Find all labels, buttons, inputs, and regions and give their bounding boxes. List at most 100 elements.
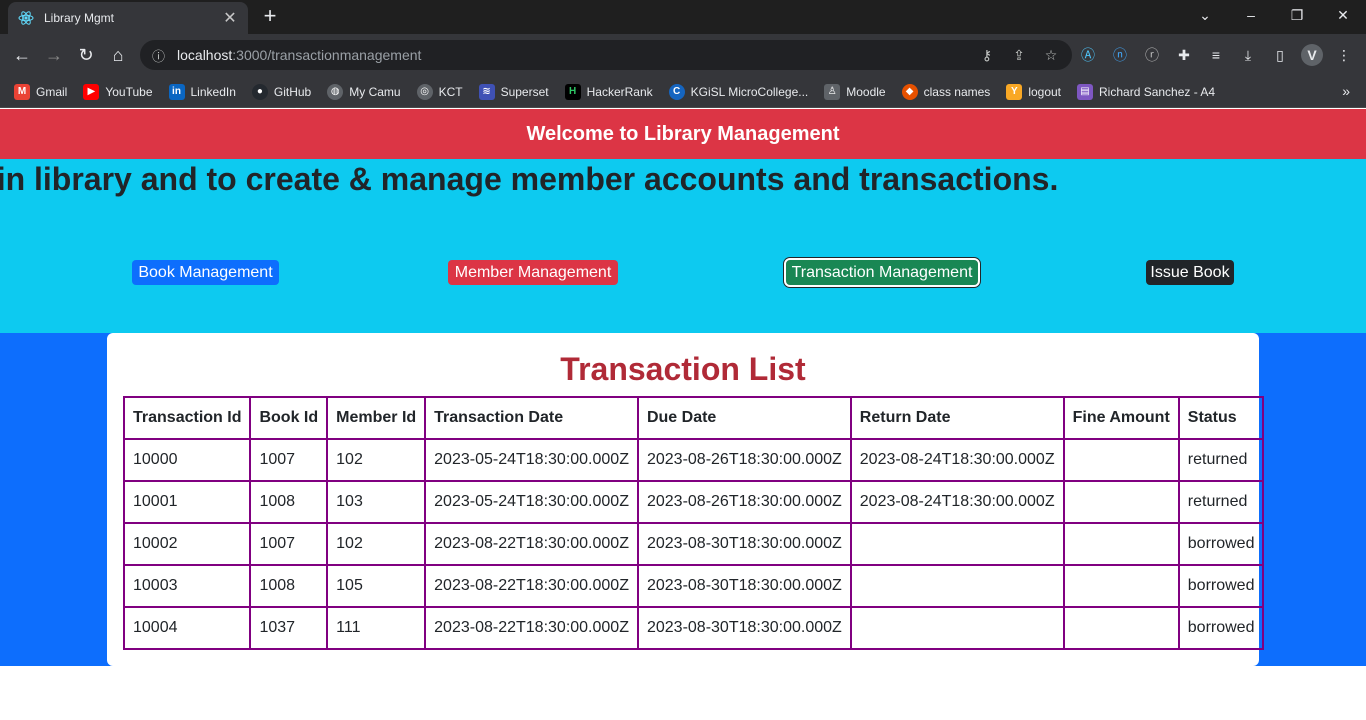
bookmark-moodle[interactable]: ♙ Moodle bbox=[824, 83, 886, 100]
bookmark-star-icon[interactable]: ☆ bbox=[1040, 44, 1062, 66]
table-row: 10004 1037 111 2023-08-22T18:30:00.000Z … bbox=[122, 606, 1265, 650]
table-cell: borrowed bbox=[1177, 522, 1265, 566]
table-cell bbox=[1062, 606, 1180, 650]
github-icon: ● bbox=[251, 83, 268, 100]
table-cell: borrowed bbox=[1177, 564, 1265, 608]
table-cell bbox=[849, 522, 1065, 566]
table-cell: returned bbox=[1177, 438, 1265, 482]
reload-icon[interactable]: ↻ bbox=[73, 42, 99, 68]
extension-n-icon[interactable]: ⓝ bbox=[1108, 42, 1132, 68]
globe-icon: ◍ bbox=[327, 83, 344, 100]
column-header: Member Id bbox=[326, 396, 427, 440]
key-icon[interactable]: ⚷ bbox=[976, 44, 998, 66]
scrolling-text: s in library and to create & manage memb… bbox=[0, 161, 1059, 197]
book-management-button[interactable]: Book Management bbox=[132, 260, 279, 285]
more-bookmarks-icon[interactable]: » bbox=[1342, 83, 1350, 99]
table-cell bbox=[1062, 438, 1180, 482]
column-header: Status bbox=[1177, 396, 1265, 440]
table-cell: 10004 bbox=[122, 606, 252, 650]
side-panel-icon[interactable]: ▯ bbox=[1268, 42, 1292, 68]
close-tab-icon[interactable]: ✕ bbox=[222, 8, 238, 28]
home-icon[interactable]: ⌂ bbox=[105, 42, 131, 68]
transaction-management-button[interactable]: Transaction Management bbox=[784, 258, 980, 287]
table-cell: 2023-08-22T18:30:00.000Z bbox=[424, 522, 639, 566]
table-row: 10003 1008 105 2023-08-22T18:30:00.000Z … bbox=[122, 564, 1265, 608]
column-header: Fine Amount bbox=[1062, 396, 1180, 440]
minimize-button[interactable]: – bbox=[1228, 0, 1274, 30]
table-cell: 105 bbox=[326, 564, 427, 608]
content-area: Transaction List Transaction Id Book Id … bbox=[0, 333, 1366, 666]
bookmark-class-names[interactable]: ◆ class names bbox=[901, 83, 990, 100]
react-icon bbox=[18, 10, 34, 26]
hero-section: s in library and to create & manage memb… bbox=[0, 159, 1366, 333]
nav-buttons: Book Management Member Management Transa… bbox=[0, 258, 1366, 287]
tab-search-icon[interactable]: ⌄ bbox=[1182, 0, 1228, 30]
restore-button[interactable]: ❐ bbox=[1274, 0, 1320, 30]
bookmark-github[interactable]: ● GitHub bbox=[251, 83, 311, 100]
bookmark-kct[interactable]: ◎ KCT bbox=[416, 83, 463, 100]
column-header: Transaction Date bbox=[424, 396, 639, 440]
table-cell: 2023-08-30T18:30:00.000Z bbox=[636, 606, 852, 650]
bookmark-richard-sanchez[interactable]: ▤ Richard Sanchez - A4 bbox=[1077, 83, 1215, 100]
extension-a-icon[interactable]: Ⓐ bbox=[1076, 42, 1100, 68]
site-info-icon[interactable]: ⓘ bbox=[152, 46, 165, 65]
bookmark-superset[interactable]: ≋ Superset bbox=[478, 83, 549, 100]
table-cell: 10000 bbox=[122, 438, 252, 482]
close-window-button[interactable]: ✕ bbox=[1320, 0, 1366, 30]
download-icon[interactable]: ⤓ bbox=[1236, 42, 1260, 68]
extension-r-icon[interactable]: ⓡ bbox=[1140, 42, 1164, 68]
table-cell: 2023-08-26T18:30:00.000Z bbox=[636, 438, 852, 482]
bookmark-youtube[interactable]: ▶ YouTube bbox=[83, 83, 153, 100]
window-controls: ⌄ – ❐ ✕ bbox=[1182, 0, 1366, 30]
share-icon[interactable]: ⇪ bbox=[1008, 44, 1030, 66]
bookmark-gmail[interactable]: M Gmail bbox=[14, 83, 67, 100]
table-row: 10000 1007 102 2023-05-24T18:30:00.000Z … bbox=[122, 438, 1265, 482]
bookmark-kgisl[interactable]: C KGiSL MicroCollege... bbox=[668, 83, 808, 100]
bookmark-logout[interactable]: Ylogout bbox=[1006, 83, 1061, 100]
table-cell: 1008 bbox=[249, 564, 329, 608]
reading-list-icon[interactable]: ≡ bbox=[1204, 42, 1228, 68]
table-cell: 10002 bbox=[122, 522, 252, 566]
table-row: 10001 1008 103 2023-05-24T18:30:00.000Z … bbox=[122, 480, 1265, 524]
tab-title: Library Mgmt bbox=[44, 11, 115, 25]
table-cell bbox=[1062, 522, 1180, 566]
table-cell: returned bbox=[1177, 480, 1265, 524]
table-header-row: Transaction Id Book Id Member Id Transac… bbox=[122, 396, 1265, 440]
forward-icon[interactable]: → bbox=[41, 42, 67, 68]
table-cell: 2023-08-22T18:30:00.000Z bbox=[424, 606, 639, 650]
table-row: 10002 1007 102 2023-08-22T18:30:00.000Z … bbox=[122, 522, 1265, 566]
superset-icon: ≋ bbox=[478, 83, 495, 100]
transaction-list-title: Transaction List bbox=[560, 351, 806, 387]
table-cell bbox=[849, 564, 1065, 608]
issue-book-button[interactable]: Issue Book bbox=[1146, 260, 1234, 285]
bookmark-hackerrank[interactable]: H HackerRank bbox=[564, 83, 653, 100]
back-icon[interactable]: ← bbox=[9, 42, 35, 68]
column-header: Return Date bbox=[849, 396, 1065, 440]
table-cell: 1037 bbox=[249, 606, 329, 650]
kgisl-icon: C bbox=[668, 83, 685, 100]
linkedin-icon: in bbox=[168, 83, 185, 100]
column-header: Book Id bbox=[249, 396, 329, 440]
browser-tab[interactable]: Library Mgmt ✕ bbox=[8, 2, 248, 34]
table-cell: 1007 bbox=[249, 438, 329, 482]
bookmark-my-camu[interactable]: ◍ My Camu bbox=[327, 83, 401, 100]
member-management-button[interactable]: Member Management bbox=[448, 260, 618, 285]
table-cell: 2023-05-24T18:30:00.000Z bbox=[424, 480, 639, 524]
new-tab-button[interactable]: + bbox=[256, 5, 284, 29]
url-text: localhost:3000/transactionmanagement bbox=[177, 47, 422, 63]
table-cell: 1008 bbox=[249, 480, 329, 524]
table-cell: 10001 bbox=[122, 480, 252, 524]
menu-icon[interactable]: ⋮ bbox=[1332, 42, 1356, 68]
page-title: Welcome to Library Management bbox=[526, 122, 840, 145]
table-cell: 2023-05-24T18:30:00.000Z bbox=[424, 438, 639, 482]
puzzle-icon[interactable]: ✚ bbox=[1172, 42, 1196, 68]
transaction-card: Transaction List Transaction Id Book Id … bbox=[107, 333, 1265, 666]
profile-avatar[interactable]: V bbox=[1300, 42, 1324, 68]
logout-icon: Y bbox=[1006, 83, 1023, 100]
address-bar[interactable]: ⓘ localhost:3000/transactionmanagement ⚷… bbox=[140, 40, 1072, 70]
table-cell bbox=[849, 606, 1065, 650]
table-cell: 102 bbox=[326, 438, 427, 482]
bookmark-linkedin[interactable]: in LinkedIn bbox=[168, 83, 236, 100]
kct-icon: ◎ bbox=[416, 83, 433, 100]
youtube-icon: ▶ bbox=[83, 83, 100, 100]
